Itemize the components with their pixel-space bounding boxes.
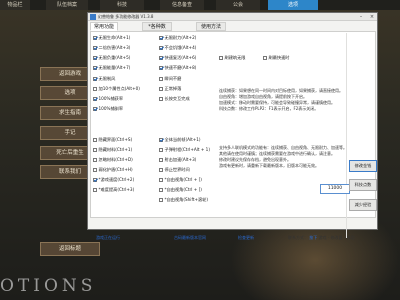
cb-infinite-wind[interactable]: 无限制风 bbox=[93, 76, 115, 82]
checkbox-icon bbox=[159, 137, 163, 142]
tech-points-button[interactable]: 科技点数 bbox=[349, 179, 377, 191]
checkbox-icon bbox=[263, 55, 267, 60]
checkbox-icon bbox=[159, 35, 163, 40]
cb-free-camera-2[interactable]: *自由视角(Ctrl + ]) bbox=[159, 187, 202, 193]
checkbox-icon bbox=[159, 45, 163, 50]
notes-block: 支持多人联机模式的功能有：连续捕获、自由视角、无限耐力、加速等。 其他请在使用时… bbox=[219, 145, 347, 168]
game-running-link[interactable]: 游戏正在运行 bbox=[96, 235, 120, 241]
cb-infinite-health[interactable]: 无限生命(Alt+1) bbox=[93, 35, 130, 41]
checkbox-icon bbox=[159, 167, 163, 172]
checkbox-icon bbox=[93, 55, 97, 60]
cb-ignore-materials[interactable]: 忽略材料(Ctrl+D) bbox=[93, 157, 133, 163]
checkbox-icon bbox=[159, 147, 163, 152]
cb-difficulty-up[interactable]: *难度提高(Ctrl+3) bbox=[93, 187, 134, 193]
checkbox-icon bbox=[93, 177, 97, 182]
panel-divider bbox=[346, 33, 347, 238]
cb-infinite-stamina[interactable]: 无限耐力(Alt+2) bbox=[159, 35, 196, 41]
check-update-link[interactable]: 检查更新 bbox=[238, 235, 254, 241]
trainer-titlebar[interactable]: 幻兽帕鲁 多功能修改器 V1.3.8 – × bbox=[88, 13, 377, 21]
tab-common-functions[interactable]: 常用功能 bbox=[90, 22, 118, 31]
reduce-exp-button[interactable]: 减少经验 bbox=[349, 199, 377, 211]
tab-options[interactable]: 选项 bbox=[268, 0, 318, 10]
checkbox-icon bbox=[93, 96, 97, 101]
checkbox-icon bbox=[93, 35, 97, 40]
cb-stop-world-time[interactable]: 停止世界时间 bbox=[159, 167, 190, 173]
cb-fast-time[interactable]: 刷最快速时 bbox=[263, 55, 289, 61]
cb-hide-ui[interactable]: 隐藏界面(Ctrl+S) bbox=[93, 137, 132, 143]
cb-shoot-speed[interactable]: 射击加速(Alt+3) bbox=[159, 157, 196, 163]
tab-guild[interactable]: 公会 bbox=[216, 0, 260, 10]
checkbox-icon bbox=[93, 76, 97, 81]
cb-no-hunger[interactable]: 不会饥饿(Alt+4) bbox=[159, 45, 196, 51]
cb-attribute-points[interactable]: 加10个属性点(Alt+0) bbox=[93, 86, 140, 92]
checkbox-icon bbox=[159, 55, 163, 60]
tab-party[interactable]: 队伍档案 bbox=[46, 0, 88, 10]
checkbox-icon bbox=[93, 86, 97, 91]
cb-free-camera-1[interactable]: *自由视角(Ctrl + [) bbox=[159, 177, 202, 183]
cb-tame-rate[interactable]: 100%捕驯率 bbox=[93, 106, 123, 112]
official-site-link[interactable]: 古码最新版本官网 bbox=[174, 235, 206, 241]
tab-technology[interactable]: 科技 bbox=[100, 0, 144, 10]
checkbox-icon bbox=[93, 157, 97, 162]
cb-game-speed[interactable]: *游戏速度(Ctrl+2) bbox=[93, 177, 134, 183]
checkbox-icon bbox=[93, 45, 97, 50]
modify-money-button[interactable]: 修改金钱 bbox=[349, 160, 377, 172]
cb-normal-drop[interactable]: 正常掉落 bbox=[159, 86, 181, 92]
checkbox-icon bbox=[219, 55, 223, 60]
cb-all-current-frame[interactable]: 全体当前帧(Alt+1) bbox=[159, 137, 201, 143]
game-top-nav: 物品栏 队伍档案 科技 信息备查 公会 选项 bbox=[0, 0, 400, 10]
checkbox-icon bbox=[159, 177, 163, 182]
checkbox-icon bbox=[159, 187, 163, 192]
cb-capture-rate[interactable]: 100%捕获率 bbox=[93, 96, 123, 102]
checkbox-icon bbox=[93, 167, 97, 172]
cb-free-camera-3[interactable]: *自由视角(Shift+滚轮) bbox=[159, 197, 208, 203]
checkbox-icon bbox=[93, 106, 97, 111]
minimize-icon[interactable]: – bbox=[356, 13, 366, 21]
options-heading: OTIONS bbox=[0, 276, 97, 296]
checkbox-icon bbox=[93, 65, 97, 70]
trainer-title: 幻兽帕鲁 多功能修改器 V1.3.8 bbox=[98, 14, 154, 19]
cb-infinite-weight[interactable]: 无限负重(Alt+5) bbox=[93, 55, 130, 61]
close-icon[interactable]: × bbox=[367, 13, 377, 21]
tab-values[interactable]: *各种数值 bbox=[142, 22, 172, 39]
money-value-input[interactable]: 11000 bbox=[320, 184, 350, 194]
cb-double-damage[interactable]: 二倍伤害(Alt+3) bbox=[93, 45, 130, 51]
checkbox-icon bbox=[159, 197, 163, 202]
cb-hide-materials[interactable]: 隐藏材料(Ctrl+1) bbox=[93, 147, 132, 153]
cb-infinite-energy[interactable]: 无限能量(Alt+7) bbox=[93, 65, 130, 71]
cb-weaken-shield[interactable]: 弱化护盾(Ctrl+H) bbox=[93, 167, 133, 173]
cb-long-press-interact[interactable]: 长按交互完成 bbox=[159, 96, 190, 102]
cb-building-infinite[interactable]: 刷建筑无限 bbox=[219, 55, 245, 61]
trainer-window: 幻兽帕鲁 多功能修改器 V1.3.8 – × 常用功能 *各种数值 使用方法 无… bbox=[87, 12, 378, 240]
tab-info[interactable]: 信息备查 bbox=[160, 0, 204, 10]
tab-inventory[interactable]: 物品栏 bbox=[0, 0, 30, 10]
cb-bullet-range[interactable]: 子弹射程(Ctrl+Alt + 1) bbox=[159, 147, 210, 153]
checkbox-icon bbox=[93, 187, 97, 192]
checkbox-icon bbox=[93, 137, 97, 142]
checkbox-icon bbox=[159, 86, 163, 91]
checkbox-icon bbox=[159, 96, 163, 101]
cb-fast-revive[interactable]: 快速复活(Alt+6) bbox=[159, 55, 196, 61]
checkbox-icon bbox=[93, 147, 97, 152]
return-to-title-button[interactable]: 返回标题 bbox=[40, 242, 100, 256]
app-icon bbox=[90, 14, 96, 20]
cb-fast-nowear[interactable]: 快速不磨(Alt+8) bbox=[159, 65, 196, 71]
footer-status: 联系方式： 按下 游戏 - 修改器 - 成功 bbox=[288, 235, 355, 240]
cb-instant-nowear[interactable]: 瞬间不磨 bbox=[159, 76, 181, 82]
checkbox-icon bbox=[159, 65, 163, 70]
description-block: 连续捕获：如果想在同一时间内对目标使用，如果捕获，请直接使用。 自由视角：增加游… bbox=[219, 88, 343, 111]
tab-usage[interactable]: 使用方法 bbox=[196, 22, 226, 31]
checkbox-icon bbox=[159, 157, 163, 162]
checkbox-icon bbox=[159, 76, 163, 81]
